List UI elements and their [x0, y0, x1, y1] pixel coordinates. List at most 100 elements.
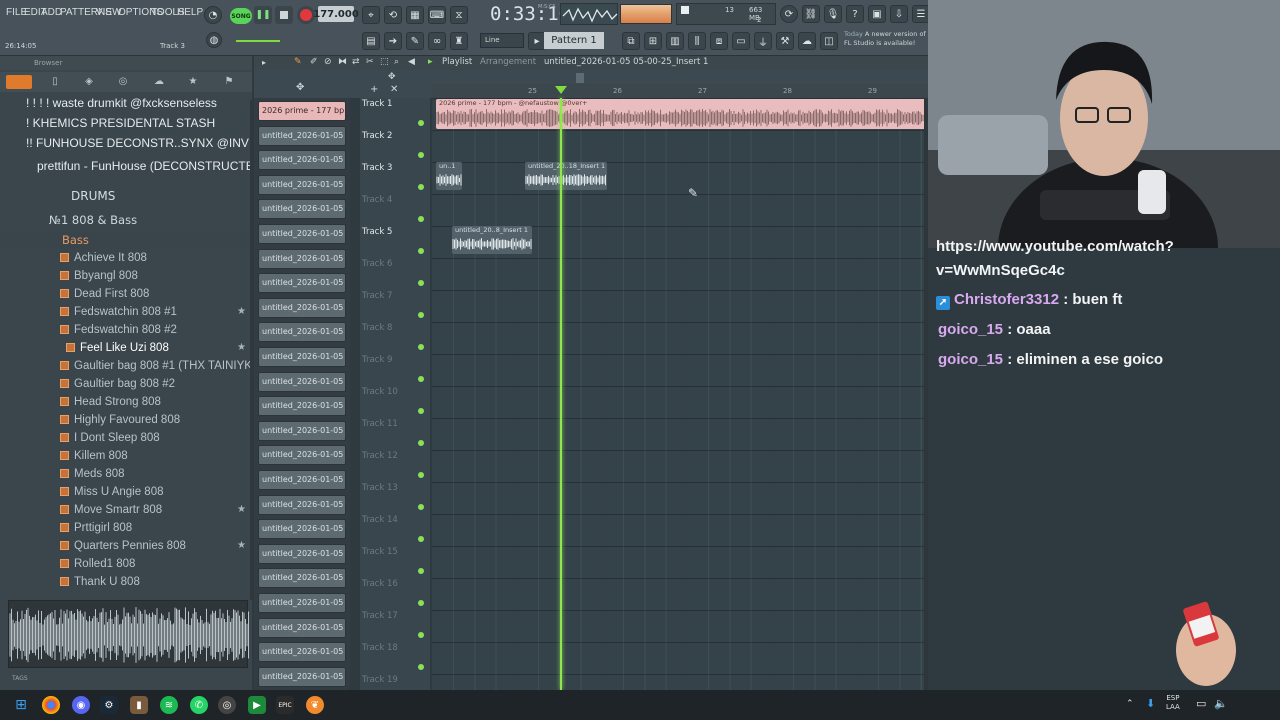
track-mute-led[interactable] [418, 664, 424, 670]
browser-file-item[interactable]: Quarters Pennies 808 ★ [0, 537, 250, 555]
link-chain-icon[interactable]: ∞ [428, 32, 446, 50]
track-header-label[interactable]: Track 5 [362, 227, 422, 237]
track-header-label[interactable]: Track 11 [362, 419, 422, 429]
browser-file-item[interactable]: Feel Like Uzi 808 ★ [0, 339, 250, 357]
browser-file-item[interactable]: Rolled1 808 [0, 555, 250, 573]
files-tab-icon[interactable]: ▯ [48, 75, 62, 89]
track-header-label[interactable]: Track 9 [362, 355, 422, 365]
playlist-icon[interactable]: ▤ [362, 32, 380, 50]
pattern-item[interactable]: untitled_2026-01-05 04- [258, 445, 346, 466]
pattern-item[interactable]: untitled_2026-01-05 04- [258, 125, 346, 146]
browser-file-item[interactable]: Dead First 808 [0, 285, 250, 303]
track-header-label[interactable]: Track 4 [362, 195, 422, 205]
faders-icon[interactable]: ⫼ [688, 32, 706, 50]
menu-add[interactable]: ADD [41, 7, 62, 18]
track-header-label[interactable]: Track 2 [362, 131, 422, 141]
pattern-item[interactable]: 2026 prime - 177 bp.. [258, 101, 346, 121]
all-tab-button[interactable] [6, 75, 32, 89]
song-mode-button[interactable]: SONG [230, 8, 252, 24]
loop-record-icon[interactable]: ⟲ [384, 6, 402, 24]
app-icon[interactable]: ▮ [130, 696, 148, 714]
pattern-item[interactable]: untitled_2026-01-05 04- [258, 347, 346, 367]
pattern-item[interactable]: untitled_2026-01-05 05- [258, 617, 346, 638]
chrome-icon[interactable] [42, 696, 60, 714]
browser-file-item[interactable]: Move Smartr 808 ★ [0, 501, 250, 519]
microphone-icon[interactable]: 🎙 [824, 5, 842, 23]
track-header-label[interactable]: Track 18 [362, 643, 422, 653]
track-header-label[interactable]: Track 19 [362, 675, 422, 685]
favorite-star-icon[interactable]: ★ [237, 339, 246, 357]
audio-clip[interactable]: untitled_20..18_Insert 1 [525, 162, 607, 190]
track-mute-led[interactable] [418, 440, 424, 446]
track-mute-led[interactable] [418, 152, 424, 158]
plug-icon[interactable]: ⏚ [754, 32, 772, 50]
refresh-icon[interactable]: ⟳ [780, 5, 798, 23]
playhead[interactable] [560, 98, 562, 690]
track-mute-led[interactable] [418, 600, 424, 606]
pattern-item[interactable]: untitled_2026-01-05 04- [258, 494, 346, 515]
game-icon[interactable]: ▶ [248, 696, 266, 714]
browser-file-item[interactable]: Achieve It 808 [0, 249, 250, 267]
pattern-item[interactable]: untitled_2026-01-05 04- [258, 519, 346, 540]
browser-icon[interactable]: ▭ [732, 32, 750, 50]
track-header-label[interactable]: Track 17 [362, 611, 422, 621]
browser-file-item[interactable]: Bbyangl 808 [0, 267, 250, 285]
playlist-arrangement[interactable]: Arrangement [480, 57, 536, 67]
timeline-ruler[interactable] [432, 84, 928, 98]
channel-rack-icon[interactable]: ⊞ [644, 32, 662, 50]
piano-roll-icon[interactable]: ▥ [666, 32, 684, 50]
browser-file-item[interactable]: Fedswatchin 808 #2 [0, 321, 250, 339]
favorite-star-icon[interactable]: ★ [237, 537, 246, 555]
browser-file-item[interactable]: Gaultier bag 808 #2 [0, 375, 250, 393]
track-mute-led[interactable] [418, 632, 424, 638]
delete-tool-icon[interactable]: ⊘ [324, 57, 332, 67]
cloud-icon[interactable]: ☁ [798, 32, 816, 50]
pattern-item[interactable]: untitled_2026-01-05 04- [258, 273, 346, 294]
pattern-item[interactable]: untitled_2026-01-05 05- [258, 543, 346, 564]
tags-tab-icon[interactable]: ⚑ [222, 75, 236, 89]
metronome-knob-icon[interactable]: ◔ [204, 6, 222, 24]
track-header-label[interactable]: Track 3 [362, 163, 422, 173]
step-edit-icon[interactable]: ▦ [406, 6, 424, 24]
track-header-label[interactable]: Track 16 [362, 579, 422, 589]
pattern-selector[interactable]: Pattern 1 [544, 32, 604, 49]
browser-folder[interactable]: !! FUNHOUSE DECONSTR..SYNX @INVITE @DEIL… [0, 134, 250, 152]
master-volume-knob-icon[interactable]: ◍ [206, 32, 222, 48]
favorite-star-icon[interactable]: ★ [237, 303, 246, 321]
browser-folder[interactable]: ! KHEMICS PRESIDENTAL STASH [0, 114, 250, 132]
move-icon[interactable]: ✥ [296, 82, 304, 93]
track-header-label[interactable]: Track 7 [362, 291, 422, 301]
pattern-item[interactable]: untitled_2026-01-05 04- [258, 224, 346, 244]
wait-for-input-icon[interactable]: ⧖ [450, 6, 468, 24]
zoom-horizontal-icon[interactable]: ✥ [388, 72, 396, 82]
windows-start-icon[interactable]: ⊞ [12, 696, 30, 714]
browser-file-item[interactable]: Prttigirl 808 [0, 519, 250, 537]
typing-keyboard-icon[interactable]: ⌨ [428, 6, 446, 24]
projects-tab-icon[interactable]: ◎ [116, 75, 130, 89]
audio-clip[interactable]: un..1 [436, 162, 462, 190]
stamp-icon[interactable]: ♜ [450, 32, 468, 50]
epic-games-icon[interactable]: EPIC [276, 696, 294, 714]
track-mute-led[interactable] [418, 504, 424, 510]
pattern-item[interactable]: untitled_2026-01-05 04- [258, 371, 346, 392]
track-header-label[interactable]: Track 6 [362, 259, 422, 269]
browser-file-item[interactable]: Thank U 808 [0, 573, 250, 591]
track-mute-led[interactable] [418, 120, 424, 126]
playlist-current-pattern[interactable]: untitled_2026-01-05 05-00-25_Insert 1 [544, 57, 708, 67]
track-mute-led[interactable] [418, 184, 424, 190]
select-tool-icon[interactable]: ⬚ [380, 57, 389, 67]
obs-icon[interactable]: ◎ [218, 696, 236, 714]
pattern-item[interactable]: untitled_2026-01-05 05- [258, 593, 346, 613]
network-icon[interactable]: ▭ [1196, 697, 1206, 710]
browser-file-item[interactable]: I Dont Sleep 808 [0, 429, 250, 447]
star-tab-icon[interactable]: ★ [186, 75, 200, 89]
track-mute-led[interactable] [418, 568, 424, 574]
pattern-item[interactable]: untitled_2026-01-05 05- [258, 568, 346, 589]
pause-button[interactable]: ❚❚ [254, 6, 272, 24]
paint-tool-icon[interactable]: ✎ [294, 57, 302, 67]
slip-tool-icon[interactable]: ⇄ [352, 57, 360, 67]
steam-icon[interactable]: ⚙ [100, 696, 118, 714]
audio-clip[interactable]: untitled_20..8_Insert 1 [452, 226, 532, 254]
audio-clip-main[interactable]: 2026 prime - 177 bpm - @nefaustow @0ver+ [436, 99, 928, 129]
pattern-item[interactable]: untitled_2026-01-05 04- [258, 396, 346, 417]
